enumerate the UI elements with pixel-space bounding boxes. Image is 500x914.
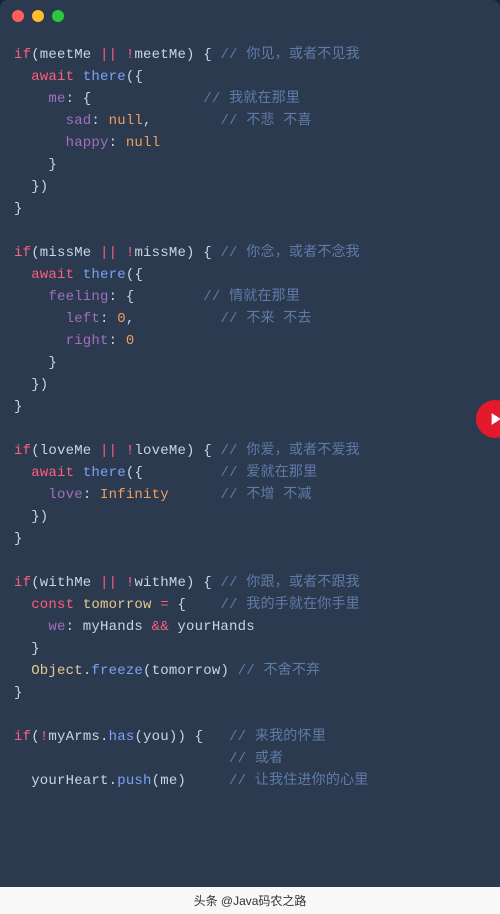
code-line: if(loveMe || !loveMe) { // 你爱，或者不爱我 — [14, 440, 484, 462]
code-line: } — [14, 396, 484, 418]
code-line: if(withMe || !withMe) { // 你跟，或者不跟我 — [14, 572, 484, 594]
code-line: sad: null, // 不悲 不喜 — [14, 110, 484, 132]
code-line: // 或者 — [14, 748, 484, 770]
code-line: await there({ // 爱就在那里 — [14, 462, 484, 484]
code-line: const tomorrow = { // 我的手就在你手里 — [14, 594, 484, 616]
play-icon — [485, 409, 500, 429]
attribution-text: 头条 @Java码农之路 — [194, 894, 307, 908]
code-line: }) — [14, 506, 484, 528]
code-line: Object.freeze(tomorrow) // 不舍不弃 — [14, 660, 484, 682]
code-line: right: 0 — [14, 330, 484, 352]
code-line: } — [14, 352, 484, 374]
code-line: } — [14, 638, 484, 660]
code-line: } — [14, 154, 484, 176]
code-line: } — [14, 198, 484, 220]
code-line: love: Infinity // 不增 不减 — [14, 484, 484, 506]
code-line: we: myHands && yourHands — [14, 616, 484, 638]
minimize-icon[interactable] — [32, 10, 44, 22]
code-line: } — [14, 528, 484, 550]
code-line: } — [14, 682, 484, 704]
maximize-icon[interactable] — [52, 10, 64, 22]
attribution-footer: 头条 @Java码农之路 — [0, 887, 500, 914]
code-line: if(meetMe || !meetMe) { // 你见，或者不见我 — [14, 44, 484, 66]
code-line: }) — [14, 176, 484, 198]
titlebar — [0, 0, 500, 32]
code-line: me: { // 我就在那里 — [14, 88, 484, 110]
code-line: if(!myArms.has(you)) { // 来我的怀里 — [14, 726, 484, 748]
code-line: await there({ — [14, 264, 484, 286]
code-line: happy: null — [14, 132, 484, 154]
code-line: yourHeart.push(me) // 让我住进你的心里 — [14, 770, 484, 792]
code-content: if(meetMe || !meetMe) { // 你见，或者不见我 awai… — [0, 32, 500, 792]
code-line: if(missMe || !missMe) { // 你念，或者不念我 — [14, 242, 484, 264]
code-line: }) — [14, 374, 484, 396]
code-line: await there({ — [14, 66, 484, 88]
close-icon[interactable] — [12, 10, 24, 22]
code-editor-window: if(meetMe || !meetMe) { // 你见，或者不见我 awai… — [0, 0, 500, 914]
code-line: left: 0, // 不来 不去 — [14, 308, 484, 330]
code-line: feeling: { // 情就在那里 — [14, 286, 484, 308]
